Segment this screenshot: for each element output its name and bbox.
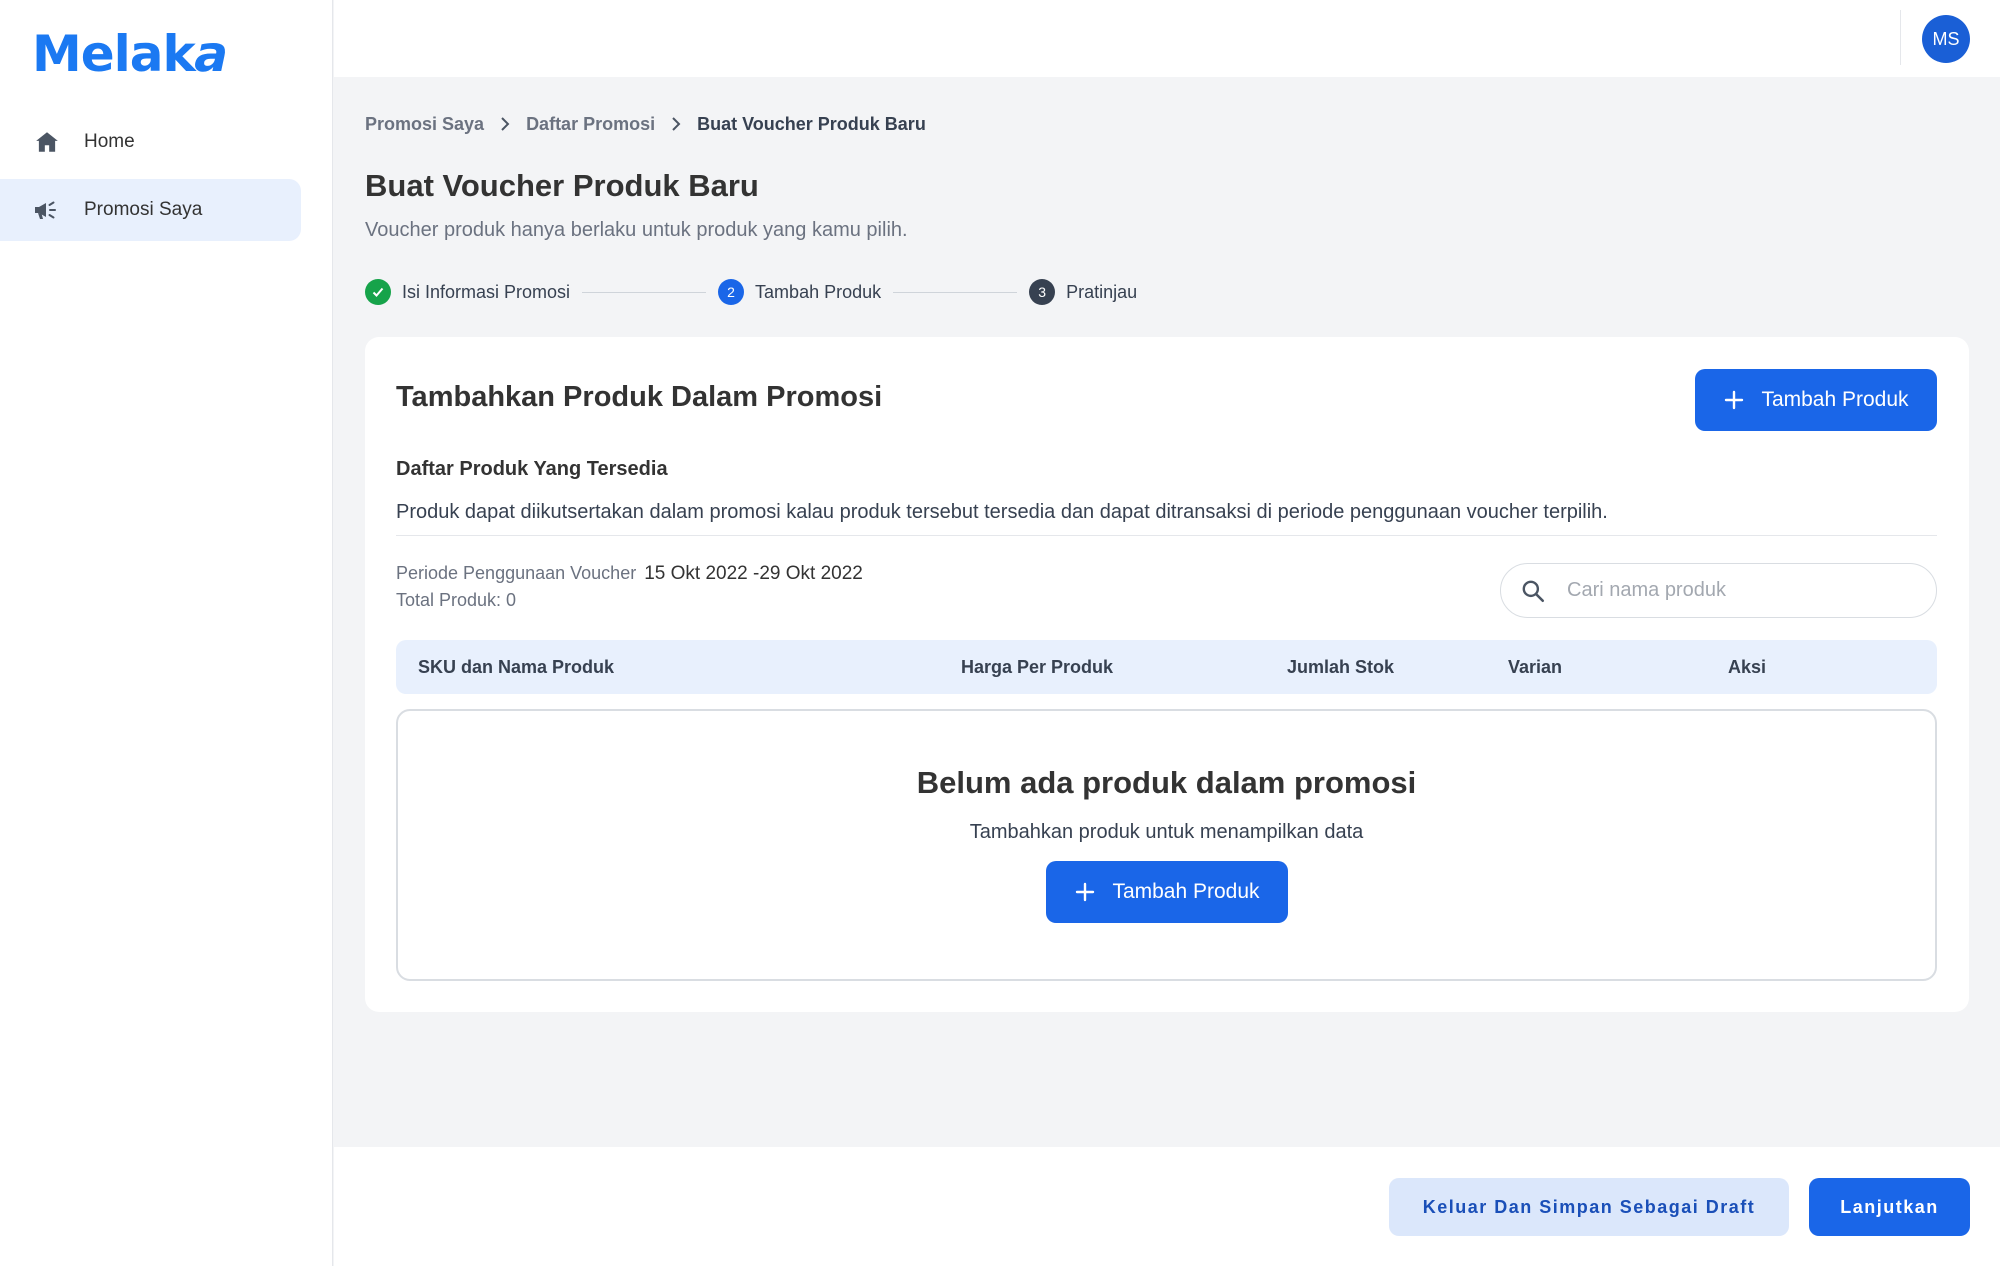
home-icon	[32, 127, 62, 157]
breadcrumb-item-daftar-promosi[interactable]: Daftar Promosi	[526, 114, 655, 135]
divider	[396, 535, 1937, 536]
period-value: 15 Okt 2022 -29 Okt 2022	[644, 563, 863, 584]
column-header-variant: Varian	[1508, 656, 1563, 677]
total-products: Total Produk: 0	[396, 590, 517, 610]
save-draft-button[interactable]: Keluar Dan Simpan Sebagai Draft	[1389, 1178, 1789, 1236]
top-bar: MS	[334, 0, 2000, 77]
step-connector	[582, 291, 707, 293]
step-2-label: Tambah Produk	[755, 281, 882, 302]
empty-state-title: Belum ada produk dalam promosi	[916, 765, 1417, 800]
step-3-label: Pratinjau	[1066, 281, 1138, 302]
breadcrumb-item-promosi-saya[interactable]: Promosi Saya	[365, 114, 484, 135]
step-1-label: Isi Informasi Promosi	[402, 281, 571, 302]
step-1-check-icon	[365, 279, 391, 305]
add-product-button[interactable]: Tambah Produk	[1695, 369, 1937, 431]
voucher-period: Periode Penggunaan Voucher 15 Okt 2022 -2…	[396, 563, 863, 585]
empty-state: Belum ada produk dalam promosi Tambahkan…	[396, 709, 1937, 981]
table-header: SKU dan Nama Produk Harga Per Produk Jum…	[396, 640, 1937, 694]
logo-accent: a	[188, 25, 234, 83]
search-icon	[1519, 577, 1547, 605]
column-header-stock: Jumlah Stok	[1287, 656, 1395, 677]
add-product-empty-button[interactable]: Tambah Produk	[1046, 861, 1288, 923]
sidebar-item-label: Home	[84, 131, 135, 152]
step-connector	[893, 291, 1018, 293]
empty-state-description: Tambahkan produk untuk menampilkan data	[969, 821, 1364, 843]
step-2-number: 2	[718, 279, 745, 305]
chevron-right-icon	[484, 116, 526, 132]
add-product-button-label: Tambah Produk	[1761, 388, 1909, 411]
card-title: Tambahkan Produk Dalam Promosi	[396, 381, 883, 413]
footer-bar: Keluar Dan Simpan Sebagai Draft Lanjutka…	[334, 1147, 2000, 1266]
column-header-action: Aksi	[1728, 656, 1767, 677]
logo[interactable]: Melak a	[32, 25, 234, 83]
section-title: Daftar Produk Yang Tersedia	[396, 458, 668, 480]
step-3-number: 3	[1029, 279, 1056, 305]
sidebar-item-home[interactable]: Home	[0, 111, 301, 173]
chevron-right-icon	[655, 116, 697, 132]
sidebar-item-promosi-saya[interactable]: Promosi Saya	[0, 179, 301, 241]
breadcrumb: Promosi Saya Daftar Promosi Buat Voucher…	[365, 110, 926, 138]
sidebar-item-label: Promosi Saya	[84, 199, 203, 220]
breadcrumb-item-current: Buat Voucher Produk Baru	[697, 113, 926, 134]
plus-icon	[1723, 389, 1745, 411]
search-input[interactable]	[1567, 579, 1907, 602]
search-box[interactable]	[1500, 563, 1937, 618]
plus-icon	[1074, 881, 1096, 903]
page-subtitle: Voucher produk hanya berlaku untuk produ…	[365, 219, 908, 241]
column-header-sku: SKU dan Nama Produk	[418, 656, 615, 677]
logo-text: Melak	[32, 25, 196, 83]
megaphone-icon	[32, 195, 62, 225]
product-card: Tambahkan Produk Dalam Promosi Tambah Pr…	[365, 337, 1969, 1012]
add-product-empty-button-label: Tambah Produk	[1112, 880, 1260, 903]
avatar[interactable]: MS	[1922, 15, 1970, 63]
page-title: Buat Voucher Produk Baru	[365, 168, 759, 203]
section-description: Produk dapat diikutsertakan dalam promos…	[396, 501, 1608, 523]
stepper: Isi Informasi Promosi 2 Tambah Produk 3 …	[365, 278, 1137, 306]
period-label: Periode Penggunaan Voucher	[396, 563, 637, 583]
topbar-divider	[1900, 10, 1901, 65]
sidebar: Melak a Home Promosi Saya	[0, 0, 333, 1266]
column-header-price: Harga Per Produk	[961, 656, 1114, 677]
continue-button[interactable]: Lanjutkan	[1809, 1178, 1970, 1236]
